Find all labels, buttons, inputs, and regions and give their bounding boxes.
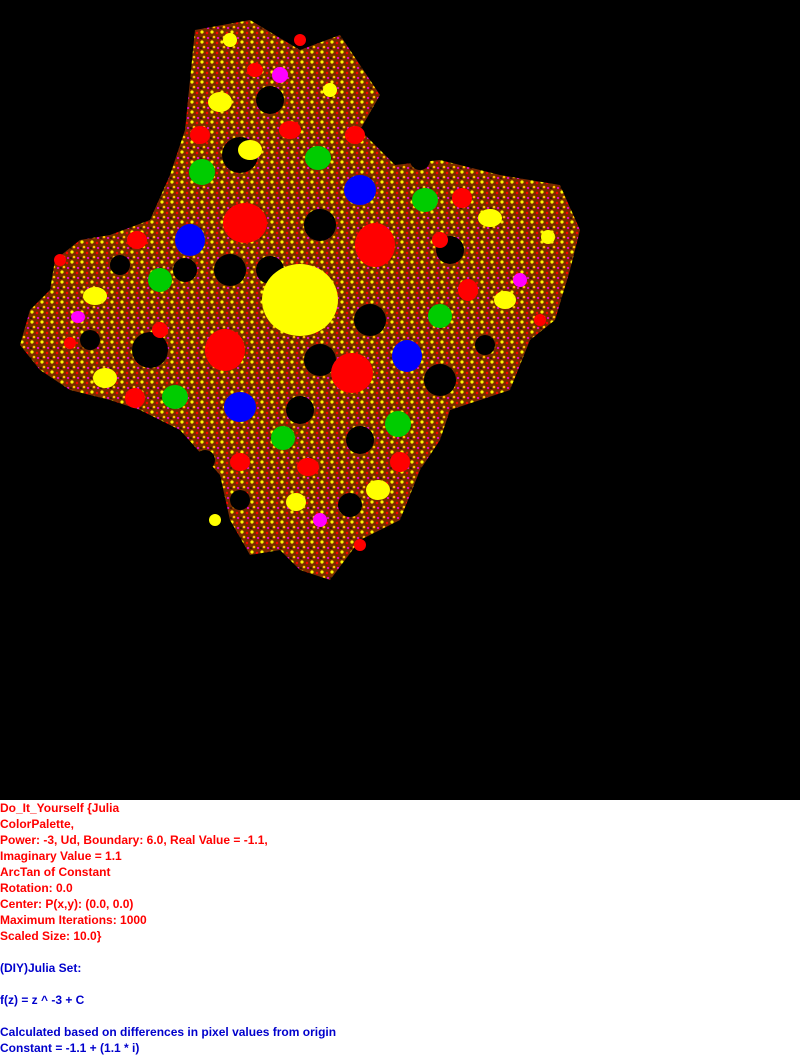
param-line-7: Center: P(x,y): (0.0, 0.0) [0, 897, 134, 911]
fractal-color-blob [208, 92, 232, 112]
fractal-color-blob [452, 188, 472, 208]
fractal-void [214, 254, 246, 286]
fractal-color-blob [54, 254, 66, 266]
fractal-color-blob [331, 353, 373, 393]
fractal-color-blob [64, 337, 76, 349]
fractal-color-blob [344, 175, 376, 205]
fractal-color-blob [224, 392, 256, 422]
param-line-6: Rotation: 0.0 [0, 881, 73, 895]
fractal-void [173, 258, 197, 282]
fractal-color-blob [494, 291, 516, 309]
fractal-void [195, 450, 215, 470]
fractal-color-blob [478, 209, 502, 227]
param-line-4: Imaginary Value = 1.1 [0, 849, 122, 863]
param-line-2: ColorPalette, [0, 817, 75, 831]
fractal-color-blob [412, 188, 438, 212]
fractal-color-blob [127, 231, 147, 249]
fractal-color-blob [366, 480, 390, 500]
fractal-void [346, 426, 374, 454]
fractal-color-blob [152, 322, 168, 338]
fractal-color-blob [148, 268, 172, 292]
fractal-color-blob [534, 314, 546, 326]
fractal-color-blob [205, 329, 245, 371]
fractal-color-blob [385, 411, 411, 437]
param-line-3: Power: -3, Ud, Boundary: 6.0, Real Value… [0, 833, 268, 847]
fractal-color-blob [345, 126, 365, 144]
fractal-void [110, 255, 130, 275]
fractal-color-blob [209, 514, 221, 526]
fractal-color-blob [271, 426, 295, 450]
fractal-color-blob [162, 385, 188, 409]
fractal-color-blob [262, 264, 338, 336]
fractal-color-blob [313, 513, 327, 527]
param-line-9: Scaled Size: 10.0} [0, 929, 102, 943]
fractal-void [410, 150, 430, 170]
fractal-color-blob [125, 388, 145, 408]
fractal-void [354, 304, 386, 336]
fractal-color-blob [175, 224, 205, 256]
fractal-color-blob [428, 304, 452, 328]
fractal-color-blob [247, 63, 263, 77]
fractal-color-blob [223, 203, 267, 243]
fractal-void [338, 493, 362, 517]
fractal-void [304, 209, 336, 241]
info-panel: Do_It_Yourself {Julia ColorPalette, Powe… [0, 800, 800, 1056]
fractal-color-blob [392, 340, 422, 372]
fractal-color-blob [223, 33, 237, 47]
description-title: (DIY)Julia Set: [0, 961, 82, 975]
fractal-color-blob [354, 539, 366, 551]
fractal-color-blob [230, 453, 250, 471]
fractal-color-blob [323, 83, 337, 97]
fractal-color-blob [272, 67, 288, 83]
fractal-void [230, 490, 250, 510]
fractal-color-blob [432, 232, 448, 248]
fractal-color-blob [513, 273, 527, 287]
fractal-image [0, 0, 800, 800]
fractal-color-blob [297, 458, 319, 476]
param-line-5: ArcTan of Constant [0, 865, 111, 879]
description-method: Calculated based on differences in pixel… [0, 1025, 337, 1039]
fractal-void [286, 396, 314, 424]
fractal-color-blob [93, 368, 117, 388]
fractal-color-blob [355, 223, 395, 267]
param-line-8: Maximum Iterations: 1000 [0, 913, 147, 927]
fractal-color-blob [458, 279, 478, 301]
fractal-color-blob [238, 140, 262, 160]
fractal-color-blob [286, 493, 306, 511]
fractal-color-blob [71, 311, 85, 323]
param-line-1: Do_It_Yourself {Julia [0, 801, 120, 815]
fractal-color-blob [190, 126, 210, 144]
fractal-void [424, 364, 456, 396]
fractal-void [80, 330, 100, 350]
fractal-color-blob [189, 159, 215, 185]
fractal-color-blob [541, 230, 555, 244]
fractal-color-blob [294, 34, 306, 46]
fractal-color-blob [279, 121, 301, 139]
description-constant: Constant = -1.1 + (1.1 * i) [0, 1041, 140, 1055]
fractal-color-blob [305, 146, 331, 170]
description-formula: f(z) = z ^ -3 + C [0, 993, 85, 1007]
fractal-void [256, 86, 284, 114]
fractal-color-blob [390, 452, 410, 472]
fractal-void [475, 335, 495, 355]
fractal-color-blob [83, 287, 107, 305]
